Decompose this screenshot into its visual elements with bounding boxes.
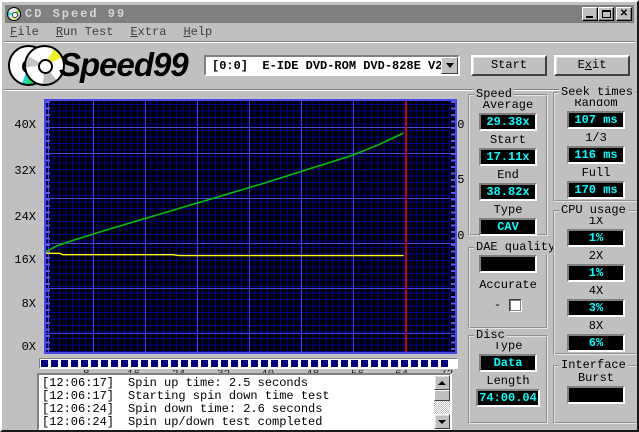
chevron-down-icon	[445, 63, 454, 72]
maximize-button[interactable]	[598, 7, 614, 21]
interface-burst-label: Burst	[577, 371, 614, 385]
minimize-button[interactable]	[582, 7, 598, 21]
disc-length-label: Length	[486, 374, 530, 388]
test-progress-fill	[41, 360, 448, 367]
panel-cpu-title: CPU usage	[559, 203, 628, 217]
panel-disc-title: Disc	[474, 328, 507, 342]
app-cd-icon	[7, 7, 21, 21]
seek-random-value: 107 ms	[567, 111, 625, 129]
window-title: CD Speed 99	[25, 7, 127, 21]
speed-start-value: 17.11x	[479, 148, 537, 166]
cpu-2x-value: 1%	[567, 264, 625, 282]
menu-help[interactable]: Help	[183, 25, 212, 40]
panel-seek-times: Seek times Random 107 ms 1/3 116 ms Full…	[553, 86, 637, 202]
seek-third-label: 1/3	[585, 131, 607, 145]
panel-disc: Disc Type Data Length 74:00.04	[468, 329, 548, 424]
start-button[interactable]: Start	[471, 55, 547, 76]
y-axis-left-tick: 24X	[14, 210, 36, 224]
dae-quality-value	[479, 255, 537, 273]
panel-dae-title: DAE quality	[474, 240, 558, 254]
panel-seek-title: Seek times	[559, 85, 636, 99]
speed-end-label: End	[497, 168, 519, 182]
dae-accurate-checkbox[interactable]	[509, 298, 523, 312]
app-logo-icon	[8, 45, 65, 88]
speed-end-value: 38.82x	[479, 183, 537, 201]
close-icon: ✕	[619, 8, 629, 19]
test-progress-bar	[39, 358, 458, 369]
panel-cpu-usage: CPU usage 1X 1% 2X 1% 4X 3% 8X 6%	[553, 204, 637, 355]
drive-select-value: [0:0] E-IDE DVD-ROM DVD-828E V221L	[212, 58, 441, 73]
title-bar[interactable]: CD Speed 99 ✕	[5, 5, 634, 23]
panel-dae-quality: DAE quality Accurate -	[468, 241, 558, 329]
app-window: CD Speed 99 ✕ File Run Test Extra Help S…	[0, 0, 639, 432]
cpu-4x-value: 3%	[567, 299, 625, 317]
scroll-thumb[interactable]	[434, 390, 450, 401]
drive-select-dropdown-button[interactable]	[441, 57, 458, 74]
menu-separator	[4, 41, 635, 43]
rotation-speed-line	[46, 252, 404, 257]
dae-dash-label: -	[493, 298, 502, 312]
y-axis-left-tick: 8X	[21, 297, 36, 311]
menu-file[interactable]: File	[10, 25, 39, 40]
speed-chart	[44, 99, 457, 354]
disc-type-value: Data	[479, 354, 537, 372]
arrow-up-icon	[438, 381, 446, 385]
cpu-8x-label: 8X	[588, 319, 604, 333]
y-axis-left-tick: 40X	[14, 118, 36, 132]
y-axis-left-tick: 32X	[14, 164, 36, 178]
scroll-down-button[interactable]	[434, 414, 450, 429]
y-axis-left-tick: 16X	[14, 253, 36, 267]
close-button[interactable]: ✕	[616, 7, 632, 21]
y-axis-left-tick: 0X	[21, 340, 36, 354]
cpu-8x-value: 6%	[567, 334, 625, 352]
seek-third-value: 116 ms	[567, 146, 625, 164]
cpu-1x-value: 1%	[567, 229, 625, 247]
maximize-icon	[602, 10, 611, 18]
cpu-4x-label: 4X	[588, 284, 604, 298]
menu-extra[interactable]: Extra	[130, 25, 166, 40]
read-speed-line	[46, 132, 404, 253]
drive-select[interactable]: [0:0] E-IDE DVD-ROM DVD-828E V221L	[204, 55, 460, 76]
log-scrollbar[interactable]	[434, 375, 450, 429]
speed-type-value: CAV	[479, 218, 537, 236]
menu-bar: File Run Test Extra Help	[6, 25, 212, 40]
cpu-2x-label: 2X	[588, 249, 604, 263]
end-marker-line	[405, 101, 407, 352]
panel-interface-title: Interface	[559, 358, 628, 372]
seek-full-label: Full	[581, 166, 611, 180]
disc-length-value: 74:00.04	[476, 389, 540, 407]
log-lines: [12:06:17] Spin up time: 2.5 seconds [12:…	[42, 377, 431, 428]
log-row: [12:06:24] Spin up/down test completed	[42, 415, 323, 429]
scroll-up-button[interactable]	[434, 375, 450, 390]
dae-accurate-label: Accurate	[479, 278, 537, 292]
toolbar-separator	[4, 89, 635, 91]
speed-start-label: Start	[489, 133, 526, 147]
log-listbox[interactable]: [12:06:17] Spin up time: 2.5 seconds [12:…	[37, 373, 452, 430]
speed-type-label: Type	[493, 203, 523, 217]
panel-speed-title: Speed	[474, 87, 515, 101]
menu-run-test[interactable]: Run Test	[56, 25, 114, 40]
panel-speed: Speed Average 29.38x Start 17.11x End 38…	[468, 88, 548, 236]
exit-button[interactable]: Exit	[554, 55, 630, 76]
arrow-down-icon	[438, 420, 446, 424]
seek-full-value: 170 ms	[567, 181, 625, 199]
chart-lines	[46, 132, 404, 257]
panel-interface: Interface Burst	[553, 359, 637, 424]
speed-average-value: 29.38x	[479, 113, 537, 131]
interface-burst-value	[567, 386, 625, 404]
minimize-icon	[586, 16, 593, 18]
app-logo-text: Speed99	[59, 46, 189, 83]
